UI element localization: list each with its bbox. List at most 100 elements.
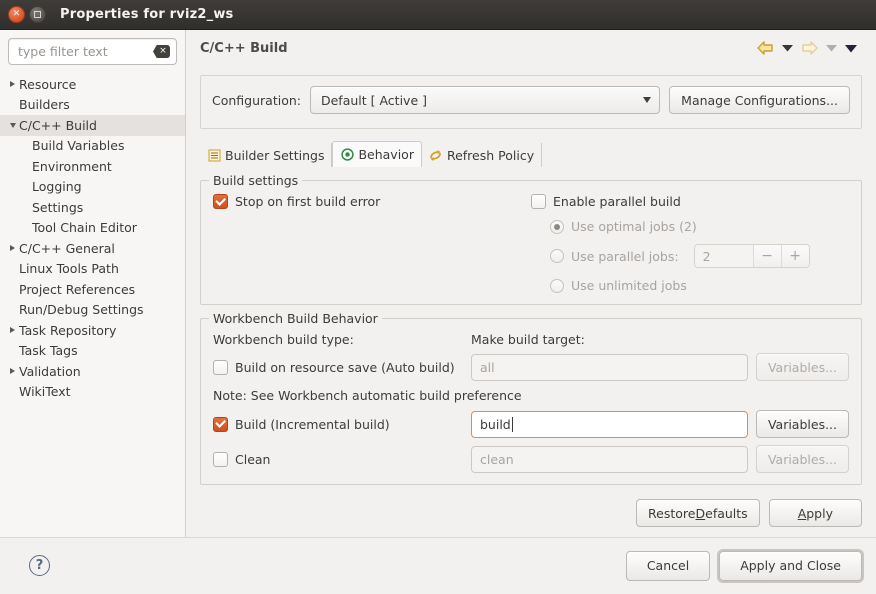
back-arrow-icon[interactable]	[754, 39, 777, 57]
sidebar-item-task-repository[interactable]: Task Repository	[0, 320, 185, 341]
builder-settings-icon	[207, 148, 221, 162]
stop-on-first-build-error-row[interactable]: Stop on first build error	[213, 194, 531, 209]
parallel-jobs-increment-button[interactable]: +	[781, 245, 809, 267]
auto-build-target-input[interactable]: all	[471, 354, 748, 381]
dialog-footer: ? Cancel Apply and Close	[0, 538, 876, 594]
main-panel: C/C++ Build	[186, 30, 876, 537]
window-titlebar: ✕ Properties for rviz2_ws	[0, 0, 876, 30]
clean-build-target-input[interactable]: clean	[471, 446, 748, 473]
chevron-right-icon[interactable]	[6, 245, 19, 251]
clean-build-target-value: clean	[480, 452, 514, 467]
use-optimal-jobs-label: Use optimal jobs (2)	[571, 219, 697, 234]
use-parallel-jobs-row[interactable]: Use parallel jobs: 2 − +	[550, 244, 849, 268]
use-parallel-jobs-radio[interactable]	[550, 249, 564, 263]
search-placeholder: type filter text	[18, 44, 153, 59]
sidebar-item-c-c-build[interactable]: C/C++ Build	[0, 115, 185, 136]
text-caret	[512, 417, 513, 432]
sidebar-item-logging[interactable]: Logging	[0, 177, 185, 198]
apply-post: pply	[806, 506, 833, 521]
use-unlimited-jobs-row[interactable]: Use unlimited jobs	[550, 278, 849, 293]
enable-parallel-build-checkbox[interactable]	[531, 194, 546, 209]
tab-builder-settings[interactable]: Builder Settings	[200, 143, 332, 167]
settings-tree[interactable]: Resource Builders C/C++ BuildBuild Variabl…	[0, 72, 185, 537]
sidebar-item-settings[interactable]: Settings	[0, 197, 185, 218]
auto-build-target-value: all	[480, 360, 495, 375]
parallel-jobs-decrement-button[interactable]: −	[753, 245, 781, 267]
build-settings-left-column: Stop on first build error	[213, 194, 531, 293]
workbench-group-title: Workbench Build Behavior	[209, 311, 382, 326]
sidebar-item-label: Linux Tools Path	[19, 261, 119, 276]
chevron-down-icon	[643, 97, 651, 103]
sidebar-item-resource[interactable]: Resource	[0, 74, 185, 95]
configuration-label: Configuration:	[212, 93, 301, 108]
view-menu-chevron-down-icon[interactable]	[842, 42, 860, 55]
sidebar-item-c-c-general[interactable]: C/C++ General	[0, 238, 185, 259]
clear-icon[interactable]: ×	[153, 45, 170, 58]
auto-build-checkbox[interactable]	[213, 360, 228, 375]
behavior-target-icon	[340, 148, 354, 162]
workbench-build-type-label: Workbench build type:	[213, 332, 471, 347]
auto-build-variables-button[interactable]: Variables...	[756, 353, 849, 381]
auto-build-checkbox-cell[interactable]: Build on resource save (Auto build)	[213, 360, 471, 375]
sidebar-item-label: Builders	[19, 97, 70, 112]
clean-build-checkbox[interactable]	[213, 452, 228, 467]
help-icon[interactable]: ?	[29, 555, 50, 576]
restore-defaults-button[interactable]: Restore Defaults	[636, 499, 760, 527]
use-optimal-jobs-radio[interactable]	[550, 220, 564, 234]
maximize-icon[interactable]	[29, 6, 46, 23]
sidebar-item-label: Project References	[19, 282, 135, 297]
parallel-jobs-value: 2	[695, 245, 753, 267]
sidebar-item-label: Resource	[19, 77, 76, 92]
back-menu-chevron-down-icon[interactable]	[779, 42, 796, 54]
restore-defaults-post: efaults	[705, 506, 748, 521]
incremental-build-label: Build (Incremental build)	[235, 417, 390, 432]
enable-parallel-build-row[interactable]: Enable parallel build	[531, 194, 849, 209]
apply-and-close-button[interactable]: Apply and Close	[719, 551, 862, 581]
incremental-build-target-input[interactable]: build	[471, 411, 748, 438]
chevron-down-icon[interactable]	[6, 123, 19, 128]
manage-configurations-button[interactable]: Manage Configurations...	[669, 86, 850, 114]
parallel-jobs-stepper[interactable]: 2 − +	[694, 244, 810, 268]
apply-mnemonic: A	[798, 506, 807, 521]
sidebar-item-linux-tools-path[interactable]: Linux Tools Path	[0, 259, 185, 280]
sidebar-item-build-variables[interactable]: Build Variables	[0, 136, 185, 157]
clean-build-checkbox-cell[interactable]: Clean	[213, 452, 471, 467]
filter-wrapper: type filter text ×	[0, 38, 185, 72]
use-optimal-jobs-row[interactable]: Use optimal jobs (2)	[550, 219, 849, 234]
search-input[interactable]: type filter text ×	[8, 38, 177, 65]
tab-behavior[interactable]: Behavior	[332, 141, 422, 167]
configuration-select[interactable]: Default [ Active ]	[310, 86, 660, 114]
sidebar-item-builders[interactable]: Builders	[0, 95, 185, 116]
tab-bar[interactable]: Builder Settings Behavior Refresh Policy	[200, 140, 862, 167]
auto-build-row: Build on resource save (Auto build) all …	[213, 353, 849, 381]
clean-build-variables-button[interactable]: Variables...	[756, 445, 849, 473]
use-unlimited-jobs-radio[interactable]	[550, 279, 564, 293]
tab-refresh-policy[interactable]: Refresh Policy	[422, 143, 542, 167]
stop-on-first-build-error-checkbox[interactable]	[213, 194, 228, 209]
window-title: Properties for rviz2_ws	[60, 7, 233, 22]
forward-menu-chevron-down-icon	[823, 42, 840, 54]
incremental-build-variables-button[interactable]: Variables...	[756, 410, 849, 438]
sidebar-item-label: Task Tags	[19, 343, 78, 358]
incremental-build-checkbox-cell[interactable]: Build (Incremental build)	[213, 417, 471, 432]
sidebar-item-label: Validation	[19, 364, 81, 379]
chevron-right-icon[interactable]	[6, 327, 19, 333]
cancel-button[interactable]: Cancel	[626, 551, 710, 581]
build-settings-title: Build settings	[209, 173, 302, 188]
sidebar-item-tool-chain-editor[interactable]: Tool Chain Editor	[0, 218, 185, 239]
properties-dialog: ✕ Properties for rviz2_ws type filter te…	[0, 0, 876, 594]
chevron-right-icon[interactable]	[6, 81, 19, 87]
sidebar-item-task-tags[interactable]: Task Tags	[0, 341, 185, 362]
chevron-right-icon[interactable]	[6, 368, 19, 374]
incremental-build-checkbox[interactable]	[213, 417, 228, 432]
sidebar-item-environment[interactable]: Environment	[0, 156, 185, 177]
incremental-build-target-value: build	[480, 417, 511, 432]
apply-button[interactable]: Apply	[769, 499, 862, 527]
sidebar-item-validation[interactable]: Validation	[0, 361, 185, 382]
sidebar-item-run-debug-settings[interactable]: Run/Debug Settings	[0, 300, 185, 321]
sidebar-item-project-references[interactable]: Project References	[0, 279, 185, 300]
forward-arrow-icon	[798, 39, 821, 57]
tab-label: Behavior	[358, 147, 414, 162]
sidebar-item-wikitext[interactable]: WikiText	[0, 382, 185, 403]
close-icon[interactable]: ✕	[8, 6, 25, 23]
